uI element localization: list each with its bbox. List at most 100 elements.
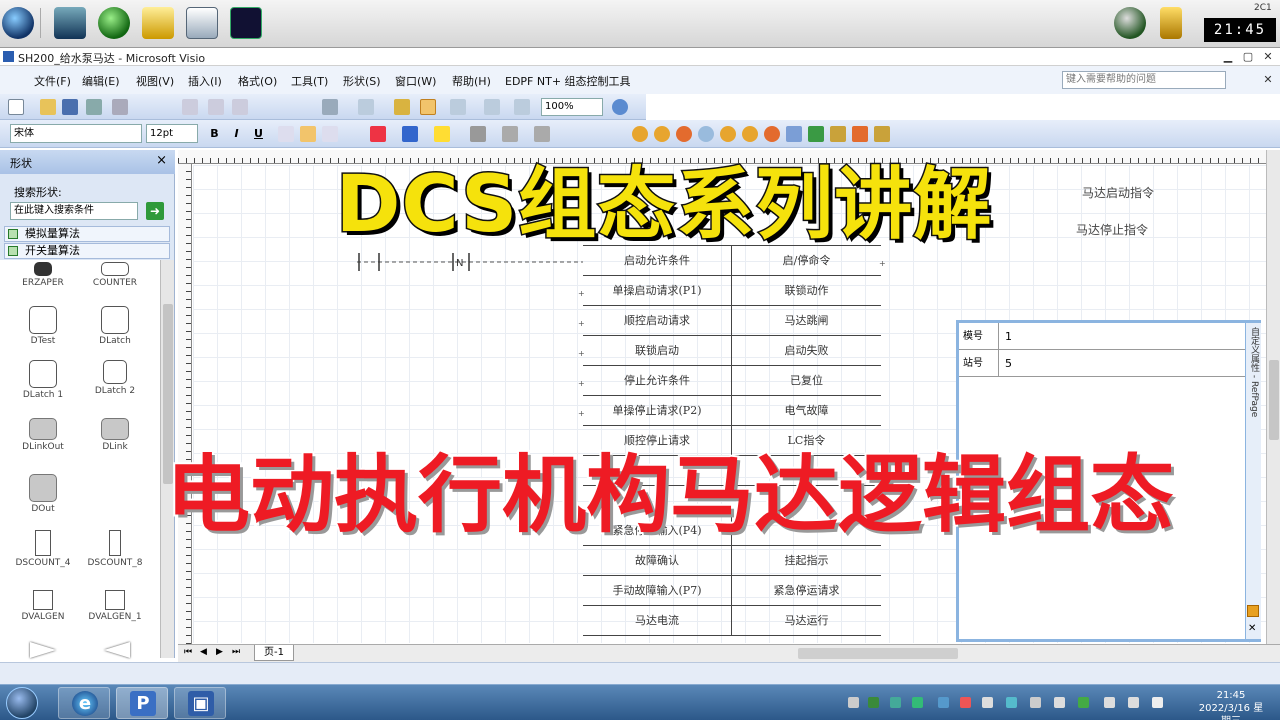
canvas-vertical-scrollbar[interactable] [1266, 150, 1280, 644]
tray-icon[interactable] [868, 697, 879, 708]
first-page-icon[interactable]: ⏮ [184, 647, 192, 657]
shape-item[interactable]: DLatch [80, 306, 150, 346]
edpf-tool-11-icon[interactable] [852, 126, 868, 142]
connector-tool-icon[interactable] [450, 99, 466, 115]
font-name-select[interactable]: 宋体 [10, 124, 142, 143]
menu-view[interactable]: 视图(V) [136, 73, 174, 89]
start-button[interactable] [6, 687, 38, 719]
new-icon[interactable] [8, 99, 24, 115]
search-go-button[interactable]: ➜ [146, 202, 164, 220]
triangle-shape-icon[interactable] [104, 642, 130, 658]
lock-icon[interactable] [1160, 7, 1182, 39]
tray-icon[interactable] [982, 697, 993, 708]
triangle-shape-icon[interactable] [30, 642, 56, 658]
prev-page-icon[interactable]: ◀ [200, 647, 207, 657]
menu-edit[interactable]: 编辑(E) [82, 73, 120, 89]
help-icon[interactable] [612, 99, 628, 115]
ladder-contact[interactable]: N [355, 252, 585, 272]
page-tab[interactable]: 页-1 [254, 645, 294, 661]
save-icon[interactable] [62, 99, 78, 115]
property-row[interactable]: 站号 5 [959, 350, 1245, 377]
shape-item[interactable]: COUNTER [80, 262, 150, 288]
tray-icon[interactable] [1054, 697, 1065, 708]
preview-icon[interactable] [112, 99, 128, 115]
green-circle-icon[interactable] [98, 7, 130, 39]
edpf-tool-12-icon[interactable] [874, 126, 890, 142]
shapes-window-icon[interactable] [394, 99, 410, 115]
edpf-tool-5-icon[interactable] [720, 126, 736, 142]
shape-item[interactable]: DVALGEN [8, 590, 78, 622]
tray-icon[interactable] [1030, 697, 1041, 708]
shape-item[interactable]: DVALGEN_1 [80, 590, 150, 622]
chart-icon[interactable] [186, 7, 218, 39]
shape-item[interactable]: DTest [8, 306, 78, 346]
shape-item[interactable]: DLinkOut [8, 418, 78, 452]
properties-close-icon[interactable]: ✕ [1248, 623, 1256, 634]
edpf-tool-3-icon[interactable] [676, 126, 692, 142]
tray-icon[interactable] [960, 697, 971, 708]
folder-icon[interactable] [142, 7, 174, 39]
menu-shapes[interactable]: 形状(S) [343, 73, 381, 89]
property-row[interactable]: 模号 1 [959, 323, 1245, 350]
open-icon[interactable] [40, 99, 56, 115]
tray-icon[interactable] [890, 697, 901, 708]
edpf-tool-8-icon[interactable] [786, 126, 802, 142]
menu-help[interactable]: 帮助(H) [452, 73, 491, 89]
edpf-tool-9-icon[interactable] [808, 126, 824, 142]
signal-table[interactable]: 启动允许条件 启/停命令 + 单操启动请求(P1) 联锁动作 + 顺控启动请求 … [578, 245, 886, 641]
line-ends-icon[interactable] [534, 126, 550, 142]
edpf-tool-10-icon[interactable] [830, 126, 846, 142]
help-search-input[interactable]: 键入需要帮助的问题 [1062, 71, 1226, 89]
menu-insert[interactable]: 插入(I) [188, 73, 222, 89]
edpf-tool-7-icon[interactable] [764, 126, 780, 142]
align-right-icon[interactable] [322, 126, 338, 142]
tray-icon[interactable] [848, 697, 859, 708]
menu-tools[interactable]: 工具(T) [291, 73, 328, 89]
menu-window[interactable]: 窗口(W) [395, 73, 436, 89]
bold-button[interactable]: B [206, 125, 223, 142]
pointer-tool-icon[interactable] [420, 99, 436, 115]
search-shapes-input[interactable]: 在此键入搜索条件 [10, 202, 138, 220]
network-icon[interactable] [1104, 697, 1115, 708]
status-indicator-icon[interactable] [1114, 7, 1146, 39]
edpf-tool-4-icon[interactable] [698, 126, 714, 142]
redo-icon[interactable] [358, 99, 374, 115]
shape-item[interactable]: ERZAPER [8, 262, 78, 288]
volume-icon[interactable] [1128, 697, 1139, 708]
shape-item[interactable]: DSCOUNT_4 [8, 530, 78, 568]
flag-icon[interactable] [1152, 697, 1163, 708]
shape-item[interactable]: DLatch 2 [80, 360, 150, 396]
close-icon[interactable]: ✕ [1258, 48, 1278, 65]
taskbar-ie[interactable]: e [58, 687, 110, 719]
taskbar-powerpoint[interactable]: P [116, 687, 168, 719]
cut-icon[interactable] [182, 99, 198, 115]
zoom-select[interactable]: 100% [541, 98, 603, 116]
monitor-icon[interactable] [54, 7, 86, 39]
property-value[interactable]: 5 [1005, 350, 1012, 377]
fill-color-icon[interactable] [434, 126, 450, 142]
tray-icon[interactable] [938, 697, 949, 708]
paste-icon[interactable] [232, 99, 248, 115]
doc-close-icon[interactable]: ✕ [1258, 71, 1278, 88]
font-color-icon[interactable] [370, 126, 386, 142]
property-value[interactable]: 1 [1005, 323, 1012, 350]
stamp-tool-icon[interactable] [514, 99, 530, 115]
shape-item[interactable]: DOut [8, 474, 78, 514]
tray-icon[interactable] [1006, 697, 1017, 708]
last-page-icon[interactable]: ⏭ [232, 647, 240, 657]
next-page-icon[interactable]: ▶ [216, 647, 223, 657]
edpf-tool-1-icon[interactable] [632, 126, 648, 142]
properties-pin-icon[interactable] [1247, 605, 1259, 617]
edpf-tool-2-icon[interactable] [654, 126, 670, 142]
align-left-icon[interactable] [278, 126, 294, 142]
undo-icon[interactable] [322, 99, 338, 115]
font-size-select[interactable]: 12pt [146, 124, 198, 143]
panel-close-icon[interactable]: × [156, 153, 167, 168]
edpf-tool-6-icon[interactable] [742, 126, 758, 142]
oscilloscope-icon[interactable] [230, 7, 262, 39]
text-tool-icon[interactable] [484, 99, 500, 115]
menu-format[interactable]: 格式(O) [238, 73, 277, 89]
menu-file[interactable]: 文件(F) [34, 73, 71, 89]
copy-icon[interactable] [208, 99, 224, 115]
tray-icon[interactable] [912, 697, 923, 708]
